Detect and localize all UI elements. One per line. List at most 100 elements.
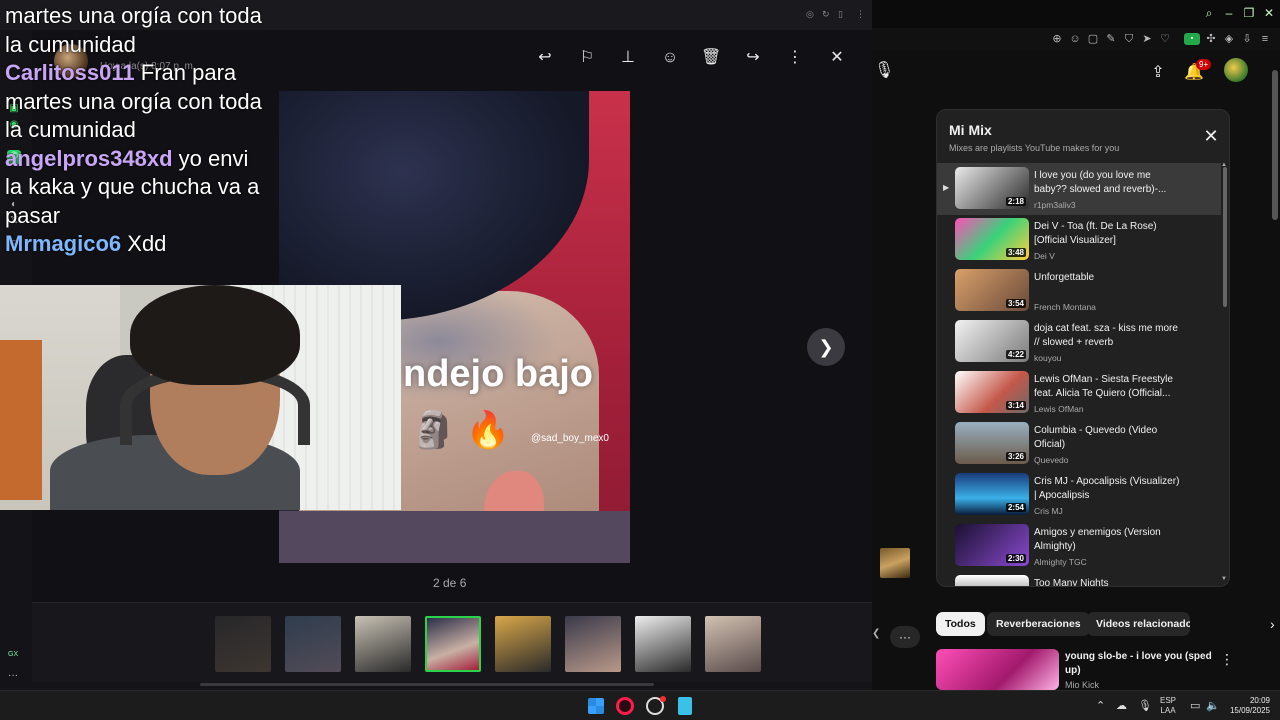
upload-icon[interactable]: ⇪ xyxy=(1148,62,1168,82)
mix-item-thumbnail[interactable]: 3:54 xyxy=(955,269,1029,311)
puzzle-icon[interactable]: ✣ xyxy=(1204,32,1218,46)
download-icon[interactable]: ⇩ xyxy=(1240,32,1254,46)
mix-item[interactable]: 3:26 Columbia - Quevedo (Video Oficial) Qu… xyxy=(937,418,1221,470)
mix-item[interactable]: ▶ 2:18 I love you (do you love me baby?? s… xyxy=(937,163,1221,215)
forward-icon[interactable]: ↪ xyxy=(743,48,763,68)
mix-item-thumbnail[interactable] xyxy=(955,575,1029,586)
cube-icon[interactable]: ◈ xyxy=(1222,32,1236,46)
opera-gx-icon[interactable] xyxy=(616,697,634,715)
next-image-button[interactable]: ❯ xyxy=(807,328,845,366)
mix-item-title[interactable]: Cris MJ - Apocalipsis (Visualizer) | Apo… xyxy=(1034,475,1182,503)
mix-item-title[interactable]: Columbia - Quevedo (Video Oficial) xyxy=(1034,424,1182,452)
mix-item[interactable]: 3:14 Lewis OfMan - Siesta Freestyle feat.… xyxy=(937,367,1221,419)
chevron-left-icon[interactable]: ❮ xyxy=(872,628,880,639)
mix-item-thumbnail[interactable]: 3:48 xyxy=(955,218,1029,260)
mix-item-title[interactable]: Lewis OfMan - Siesta Freestyle feat. Ali… xyxy=(1034,373,1182,401)
mix-item[interactable]: Too Many Nights xyxy=(937,571,1221,586)
minimize-icon[interactable]: – xyxy=(1222,6,1236,20)
scroll-down-icon[interactable]: ▼ xyxy=(1221,576,1227,582)
language-indicator[interactable]: ESP LAA xyxy=(1160,696,1176,716)
mix-item-thumbnail[interactable]: 4:22 xyxy=(955,320,1029,362)
related-video-channel[interactable]: Mio Kick xyxy=(1065,680,1099,690)
more-options-button[interactable]: ··· xyxy=(890,626,920,648)
extension-badge[interactable]: ▪ xyxy=(1184,33,1200,45)
settings-icon[interactable]: ◎ xyxy=(806,9,814,20)
notepad-icon[interactable] xyxy=(678,697,692,715)
cloud-icon[interactable]: ☁ xyxy=(1116,699,1127,712)
network-icon[interactable]: ▭ xyxy=(1190,699,1200,712)
delete-icon[interactable]: 🗑 xyxy=(701,48,721,68)
mix-item[interactable]: 4:22 doja cat feat. sza - kiss me more //… xyxy=(937,316,1221,368)
related-video-thumbnail[interactable] xyxy=(936,649,1059,690)
chat-username[interactable]: angelpros348xd xyxy=(5,146,173,171)
close-window-icon[interactable]: ✕ xyxy=(1262,6,1276,20)
mix-item-thumbnail[interactable]: 2:30 xyxy=(955,524,1029,566)
mix-item[interactable]: 2:30 Amigos y enemigos (Version Almighty)… xyxy=(937,520,1221,572)
gx-label[interactable]: GX xyxy=(8,651,18,658)
mix-item-channel: Quevedo xyxy=(1034,455,1069,465)
close-icon[interactable]: ✕ xyxy=(827,48,847,68)
sidebar-more[interactable]: ··· xyxy=(8,670,18,681)
chip-videos-relacionados[interactable]: Videos relacionados xyxy=(1087,612,1190,636)
emoji-icon[interactable]: ☺ xyxy=(660,48,680,68)
thumbnail-scrollbar[interactable] xyxy=(200,683,654,686)
send-icon[interactable]: ➤ xyxy=(1140,32,1154,46)
volume-icon[interactable]: 🔈 xyxy=(1206,699,1220,712)
bookmark-icon[interactable]: ⚐ xyxy=(577,48,597,68)
mix-item-thumbnail[interactable]: 3:14 xyxy=(955,371,1029,413)
thumbnail-4-selected[interactable] xyxy=(425,616,481,672)
pin-icon[interactable]: ▯ xyxy=(838,9,843,20)
chevron-right-icon[interactable]: › xyxy=(1270,616,1275,632)
reply-icon[interactable]: ↩ xyxy=(535,48,555,68)
more-vert-icon[interactable]: ⋮ xyxy=(856,9,865,20)
heart-icon[interactable]: ♡ xyxy=(1158,32,1172,46)
thumbnail-1[interactable] xyxy=(215,616,271,672)
mix-item-title[interactable]: I love you (do you love me baby?? slowed… xyxy=(1034,169,1182,197)
thumbnail-2[interactable] xyxy=(285,616,341,672)
refresh-icon[interactable]: ↻ xyxy=(822,9,830,20)
page-scrollbar[interactable] xyxy=(1272,70,1278,220)
thumbnail-8[interactable] xyxy=(705,616,761,672)
chevron-up-icon[interactable]: ⌃ xyxy=(1096,699,1105,712)
mix-item-title[interactable]: doja cat feat. sza - kiss me more // slo… xyxy=(1034,322,1182,350)
mix-item-thumbnail[interactable]: 2:54 xyxy=(955,473,1029,515)
clock[interactable]: 20:09 15/09/2025 xyxy=(1226,696,1270,716)
mix-item[interactable]: 3:54 Unforgettable French Montana xyxy=(937,265,1221,317)
thumbnail-5[interactable] xyxy=(495,616,551,672)
account-avatar[interactable] xyxy=(1224,58,1248,82)
thumbnail-3[interactable] xyxy=(355,616,411,672)
close-icon[interactable]: ✕ xyxy=(1203,127,1219,145)
mix-scrollbar[interactable] xyxy=(1223,167,1227,307)
more-vert-icon[interactable]: ⋮ xyxy=(1220,651,1234,668)
mix-item-thumbnail[interactable]: 3:26 xyxy=(955,422,1029,464)
mix-item[interactable]: 2:54 Cris MJ - Apocalipsis (Visualizer) |… xyxy=(937,469,1221,521)
pin-icon[interactable]: ✎ xyxy=(1104,32,1118,46)
emoji-icon[interactable]: ☺ xyxy=(1068,32,1082,46)
shield-icon[interactable]: ⛉ xyxy=(1122,32,1136,46)
mix-item-title[interactable]: Unforgettable xyxy=(1034,271,1182,285)
mix-item-title[interactable]: Too Many Nights xyxy=(1034,577,1182,586)
mix-item[interactable]: 3:48 Dei V - Toa (ft. De La Rose) [Offici… xyxy=(937,214,1221,266)
restore-icon[interactable]: ❐ xyxy=(1242,6,1256,20)
chip-todos[interactable]: Todos xyxy=(936,612,985,636)
microphone-icon[interactable]: 🎙 xyxy=(874,60,894,82)
mix-item-title[interactable]: Amigos y enemigos (Version Almighty) xyxy=(1034,526,1182,554)
mix-item-thumbnail[interactable]: 2:18 xyxy=(955,167,1029,209)
thumbnail-7[interactable] xyxy=(635,616,691,672)
zoom-icon[interactable]: ⊕ xyxy=(1050,32,1064,46)
mix-item-title[interactable]: Dei V - Toa (ft. De La Rose) [Official V… xyxy=(1034,220,1182,248)
more-vert-icon[interactable]: ⋮ xyxy=(785,48,805,68)
pin-icon[interactable]: ⊥ xyxy=(618,48,638,68)
start-icon[interactable] xyxy=(588,698,604,714)
bookmark-icon[interactable]: ▢ xyxy=(1086,32,1100,46)
side-thumbnail[interactable] xyxy=(880,548,910,578)
mic-muted-icon[interactable]: 🎙 xyxy=(1138,699,1152,712)
menu-icon[interactable]: ≡ xyxy=(1258,32,1272,46)
search-icon[interactable]: ⌕ xyxy=(1202,6,1216,20)
chat-username[interactable]: Carlitoss011 xyxy=(5,60,135,85)
chat-username[interactable]: Mrmagico6 xyxy=(5,231,121,256)
youtube-window: ⌕ – ❐ ✕ ⊕ ☺ ▢ ✎ ⛉ ➤ ♡ ▪ ✣ ◈ ⇩ ≡ 🎙 ⇪ 🔔 9+ xyxy=(872,0,1280,690)
thumbnail-6[interactable] xyxy=(565,616,621,672)
chip-reverberaciones[interactable]: Reverberaciones xyxy=(987,612,1090,636)
related-video-title[interactable]: young slo-be - i love you (sped up) xyxy=(1065,650,1225,678)
